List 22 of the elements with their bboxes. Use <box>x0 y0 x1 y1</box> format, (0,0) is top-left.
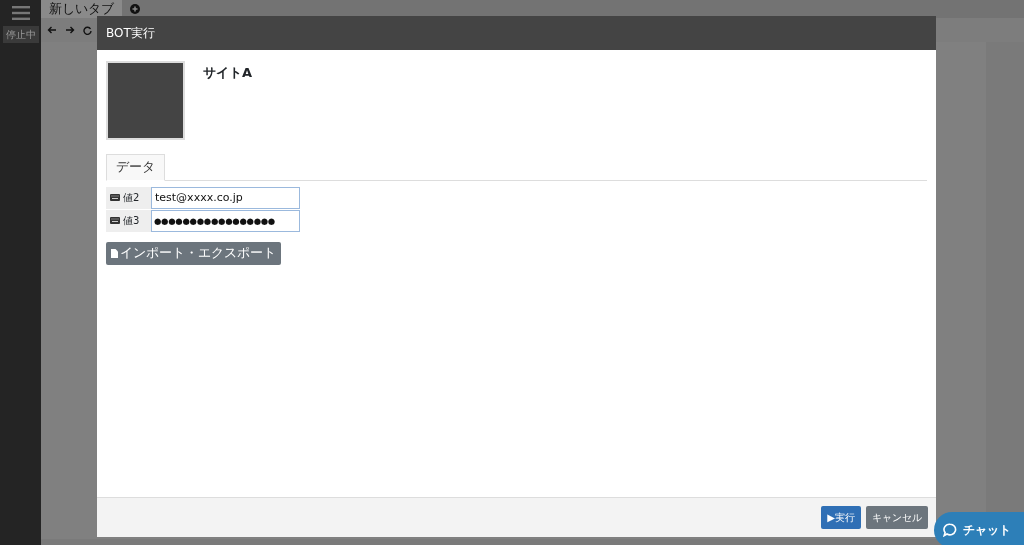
run-button[interactable]: ▶実行 <box>821 506 861 529</box>
data-tab[interactable]: データ <box>106 154 165 181</box>
field-label: 値3 <box>123 214 140 229</box>
file-icon <box>111 248 118 258</box>
back-icon[interactable] <box>47 26 57 34</box>
site-name: サイトA <box>203 64 253 82</box>
add-tab-icon[interactable] <box>130 4 140 14</box>
browser-tab[interactable]: 新しいタブ <box>41 0 122 18</box>
forward-icon[interactable] <box>65 26 75 34</box>
cancel-button[interactable]: キャンセル <box>866 506 928 529</box>
keyboard-icon <box>110 194 120 202</box>
chat-button[interactable]: チャット <box>934 512 1024 545</box>
keyboard-icon <box>110 217 120 225</box>
import-export-button[interactable]: インポート・エクスポート <box>106 241 281 265</box>
modal-title: BOT実行 <box>106 25 155 42</box>
field-label: 値2 <box>123 191 140 206</box>
menu-icon[interactable] <box>11 6 30 20</box>
status-label: 停止中 <box>2 26 39 43</box>
speech-bubble-icon <box>943 523 957 537</box>
input-field[interactable]: ●●●●●●●●●●●●●●●●● <box>151 209 300 232</box>
input-field[interactable]: test@xxxx.co.jp <box>151 186 300 209</box>
reload-icon[interactable] <box>83 25 92 35</box>
